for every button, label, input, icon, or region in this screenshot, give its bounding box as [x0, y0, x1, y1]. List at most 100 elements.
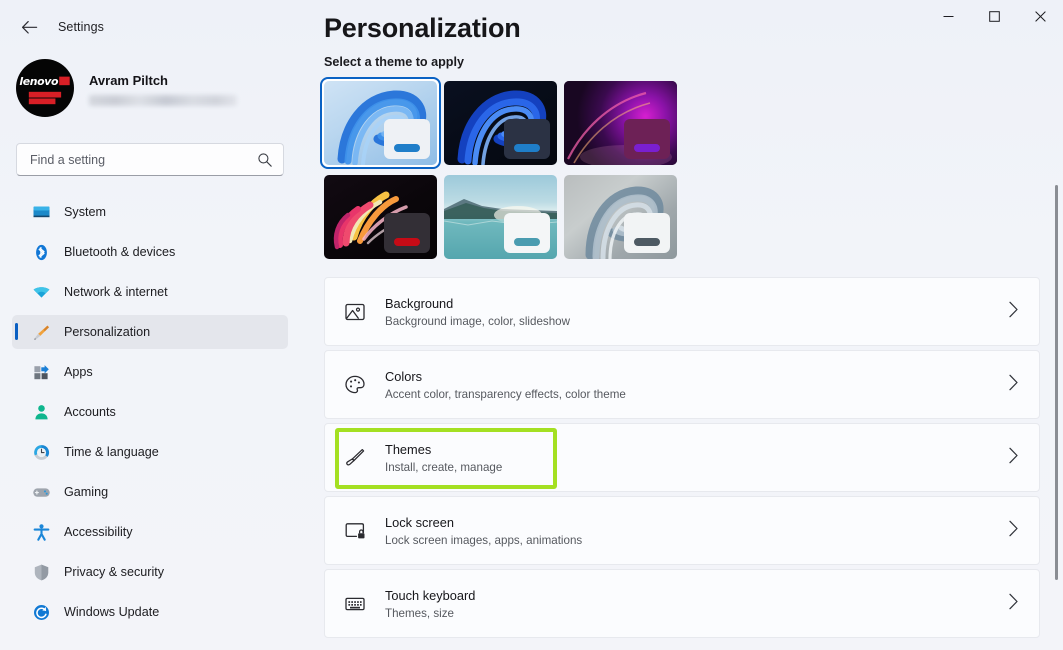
- settings-row-title: Touch keyboard: [385, 587, 476, 603]
- theme-window-preview: [624, 213, 670, 253]
- keyboard-icon: [341, 590, 369, 618]
- settings-row-background[interactable]: Background Background image, color, slid…: [324, 277, 1040, 346]
- accessibility-icon: [32, 523, 51, 542]
- theme-thumbnail: [322, 79, 439, 167]
- main-content: Personalization Select a theme to apply: [300, 0, 1063, 650]
- chevron-right-icon: [1008, 374, 1019, 396]
- sidebar-item-windows-update[interactable]: Windows Update: [12, 595, 288, 629]
- theme-window-preview: [504, 213, 550, 253]
- settings-row-subtitle: Accent color, transparency effects, colo…: [385, 387, 626, 401]
- clock-icon: [32, 443, 51, 462]
- sidebar-item-accounts[interactable]: Accounts: [12, 395, 288, 429]
- sidebar-item-system[interactable]: System: [12, 195, 288, 229]
- theme-option[interactable]: [320, 77, 441, 169]
- sidebar-item-accessibility[interactable]: Accessibility: [12, 515, 288, 549]
- sidebar-item-apps[interactable]: Apps: [12, 355, 288, 389]
- bluetooth-icon: [32, 243, 51, 262]
- image-icon: [341, 298, 369, 326]
- settings-row-subtitle: Background image, color, slideshow: [385, 314, 570, 328]
- wifi-icon: [32, 283, 51, 302]
- theme-accent-swatch: [514, 144, 540, 152]
- chevron-right-icon: [1008, 593, 1019, 615]
- sidebar-item-label: Accessibility: [64, 525, 133, 539]
- sidebar-item-label: Accounts: [64, 405, 116, 419]
- chevron-right-icon: [1008, 447, 1019, 469]
- account-email-redacted: [89, 94, 237, 106]
- sidebar-item-label: Personalization: [64, 325, 151, 339]
- theme-grid: [320, 77, 684, 259]
- theme-option[interactable]: [324, 175, 437, 259]
- sidebar-item-label: Privacy & security: [64, 565, 165, 579]
- settings-list: Background Background image, color, slid…: [324, 277, 1040, 638]
- theme-thumbnail: [324, 175, 437, 259]
- sidebar-item-time-language[interactable]: Time & language: [12, 435, 288, 469]
- settings-row-themes[interactable]: Themes Install, create, manage: [324, 423, 1040, 492]
- account-card[interactable]: lenovo Avram Piltch: [0, 48, 300, 117]
- sidebar-item-label: Apps: [64, 365, 93, 379]
- sidebar-item-label: Gaming: [64, 485, 109, 499]
- theme-thumbnail: [444, 81, 557, 165]
- sidebar-item-label: Bluetooth & devices: [64, 245, 176, 259]
- settings-row-title: Themes: [385, 441, 432, 457]
- theme-option[interactable]: [444, 175, 557, 259]
- theme-thumbnail: [564, 81, 677, 165]
- update-icon: [32, 603, 51, 622]
- person-icon: [32, 403, 51, 422]
- theme-window-preview: [384, 213, 430, 253]
- avatar-logo-bar-2: [29, 97, 56, 104]
- sidebar-item-label: System: [64, 205, 106, 219]
- avatar-logo-text: lenovo: [19, 74, 59, 88]
- theme-window-preview: [624, 119, 670, 159]
- theme-option[interactable]: [444, 81, 557, 165]
- search-icon: [258, 152, 272, 167]
- settings-row-subtitle: Themes, size: [385, 606, 454, 620]
- theme-window-preview: [384, 119, 430, 159]
- settings-row-title: Background: [385, 295, 454, 311]
- theme-option[interactable]: [564, 81, 677, 165]
- avatar-logo-bar-1: [29, 90, 62, 97]
- sidebar: lenovo Avram Piltch Find a setting Syste…: [0, 48, 300, 650]
- page-title: Personalization: [324, 13, 521, 43]
- apps-icon: [32, 363, 51, 382]
- theme-section-label: Select a theme to apply: [324, 55, 464, 69]
- monitor-icon: [32, 203, 51, 222]
- theme-accent-swatch: [634, 238, 660, 246]
- avatar-logo-mark: [59, 76, 71, 85]
- gamepad-icon: [32, 483, 51, 502]
- lock-screen-icon: [341, 517, 369, 545]
- search-input[interactable]: [30, 152, 257, 167]
- search-box[interactable]: [16, 143, 284, 176]
- paintbrush-icon: [341, 444, 369, 472]
- sidebar-item-label: Time & language: [64, 445, 159, 459]
- sidebar-item-privacy-security[interactable]: Privacy & security: [12, 555, 288, 589]
- settings-row-subtitle: Install, create, manage: [385, 460, 503, 474]
- settings-row-colors[interactable]: Colors Accent color, transparency effect…: [324, 350, 1040, 419]
- sidebar-item-gaming[interactable]: Gaming: [12, 475, 288, 509]
- sidebar-nav: System Bluetooth & devices Network & int…: [0, 195, 300, 629]
- theme-thumbnail: [444, 175, 557, 259]
- theme-window-preview: [504, 119, 550, 159]
- sidebar-item-label: Network & internet: [64, 285, 168, 299]
- palette-icon: [341, 371, 369, 399]
- theme-option[interactable]: [564, 175, 677, 259]
- paintbrush-icon: [32, 323, 51, 342]
- theme-accent-swatch: [394, 144, 420, 152]
- settings-row-touch-keyboard[interactable]: Touch keyboard Themes, size: [324, 569, 1040, 638]
- vertical-scrollbar[interactable]: [1055, 185, 1058, 580]
- settings-row-title: Colors: [385, 368, 422, 384]
- back-arrow-icon: [21, 20, 37, 34]
- app-title: Settings: [58, 20, 104, 34]
- settings-row-subtitle: Lock screen images, apps, animations: [385, 533, 583, 547]
- sidebar-item-personalization[interactable]: Personalization: [12, 315, 288, 349]
- sidebar-item-label: Windows Update: [64, 605, 160, 619]
- back-button[interactable]: [14, 14, 44, 40]
- theme-accent-swatch: [394, 238, 420, 246]
- settings-window: Settings lenovo Avram Piltch Find a sett…: [0, 0, 1063, 650]
- sidebar-item-bluetooth-devices[interactable]: Bluetooth & devices: [12, 235, 288, 269]
- account-name: Avram Piltch: [89, 72, 168, 88]
- settings-row-lock-screen[interactable]: Lock screen Lock screen images, apps, an…: [324, 496, 1040, 565]
- theme-accent-swatch: [514, 238, 540, 246]
- avatar: lenovo: [16, 59, 74, 117]
- theme-thumbnail: [564, 175, 677, 259]
- sidebar-item-network-internet[interactable]: Network & internet: [12, 275, 288, 309]
